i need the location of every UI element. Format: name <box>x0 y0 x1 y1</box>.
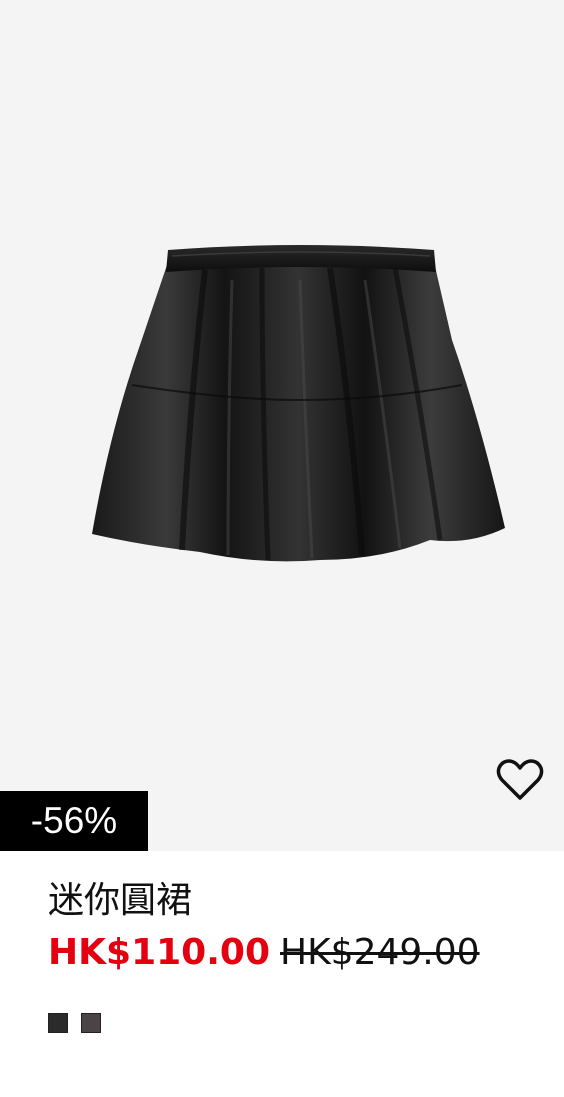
product-title[interactable]: 迷你圓裙 <box>48 876 192 926</box>
product-card[interactable]: -56% 迷你圓裙 HK$110.00 HK$249.00 <box>0 0 564 1097</box>
wishlist-button[interactable] <box>496 757 544 803</box>
color-swatch-dark-grey[interactable] <box>81 1013 101 1033</box>
product-image[interactable] <box>0 0 564 851</box>
price-row: HK$110.00 HK$249.00 <box>48 926 480 986</box>
color-swatch-black[interactable] <box>48 1013 68 1033</box>
color-swatches <box>48 1013 101 1033</box>
original-price: HK$249.00 <box>280 932 480 973</box>
sale-price: HK$110.00 <box>48 932 270 973</box>
heart-outline-icon <box>496 759 544 800</box>
discount-badge: -56% <box>0 791 148 851</box>
product-image-area[interactable]: -56% <box>0 0 564 851</box>
